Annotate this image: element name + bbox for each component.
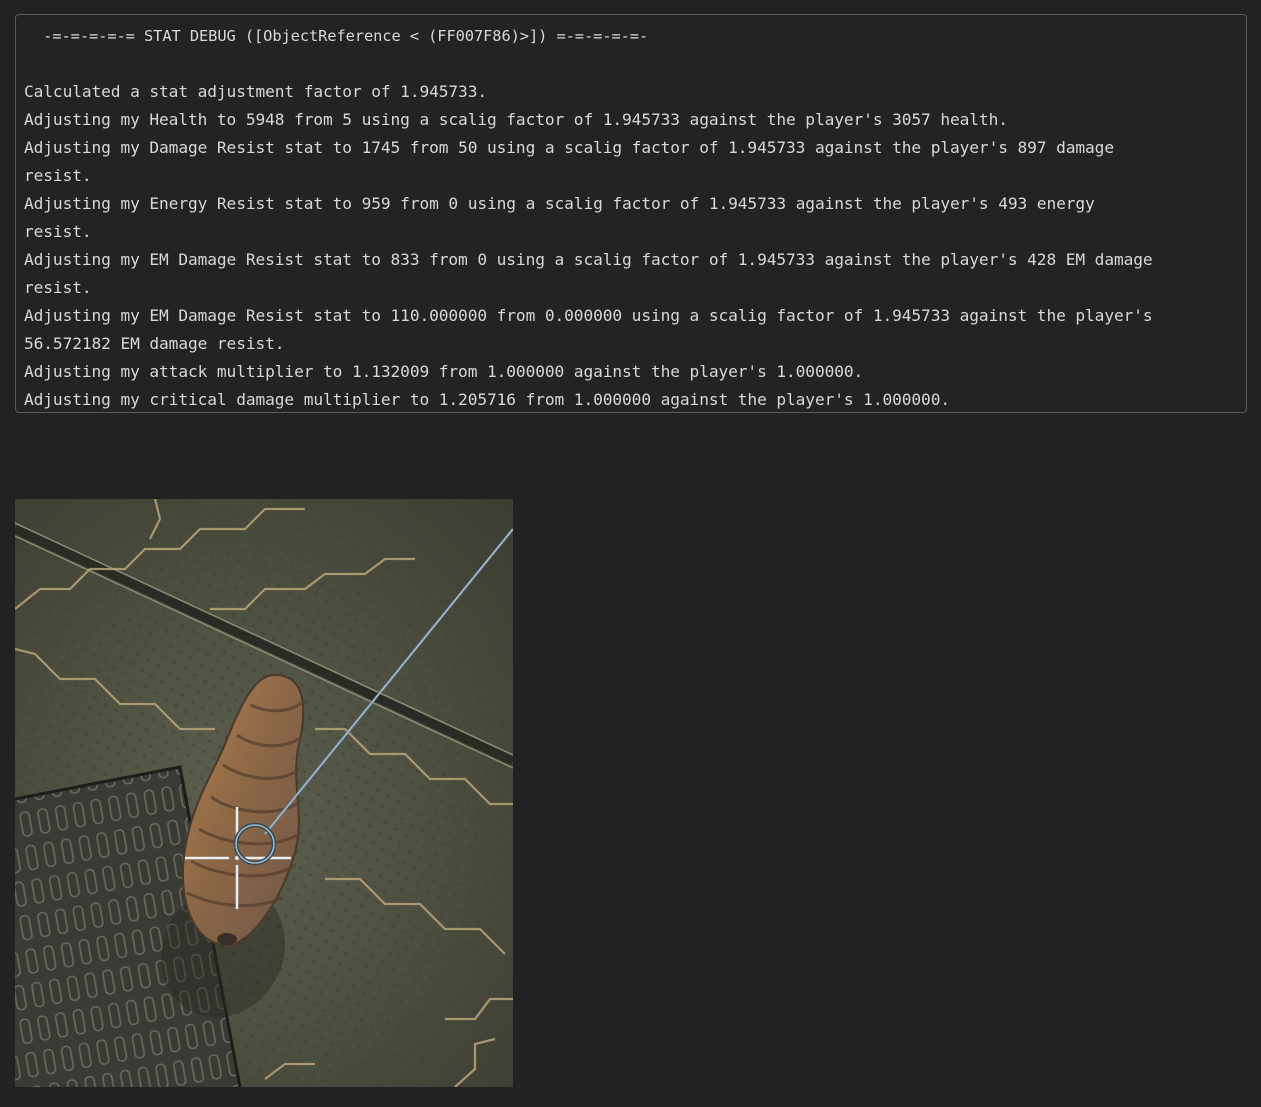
debug-log-line: resist. [24, 278, 92, 297]
debug-log-line: Adjusting my EM Damage Resist stat to 11… [24, 306, 1153, 325]
debug-log-line: Adjusting my Energy Resist stat to 959 f… [24, 194, 1095, 213]
debug-log-line: resist. [24, 166, 92, 185]
debug-log-line: Adjusting my Health to 5948 from 5 using… [24, 110, 1008, 129]
debug-log-line: Adjusting my critical damage multiplier … [24, 390, 950, 409]
debug-log-line: Adjusting my EM Damage Resist stat to 83… [24, 250, 1153, 269]
debug-log-line: Calculated a stat adjustment factor of 1… [24, 82, 487, 101]
game-scene-illustration [15, 499, 513, 1087]
debug-log-line: resist. [24, 222, 92, 241]
debug-log-line: Adjusting my Damage Resist stat to 1745 … [24, 138, 1114, 157]
debug-log-line: 56.572182 EM damage resist. [24, 334, 285, 353]
debug-log-block: -=-=-=-=-= STAT DEBUG ([ObjectReference … [15, 14, 1247, 413]
debug-log-line: Adjusting my attack multiplier to 1.1320… [24, 362, 864, 381]
game-screenshot [15, 499, 513, 1087]
debug-log-blank-line [24, 50, 1246, 78]
debug-log-header: -=-=-=-=-= STAT DEBUG ([ObjectReference … [34, 27, 649, 45]
